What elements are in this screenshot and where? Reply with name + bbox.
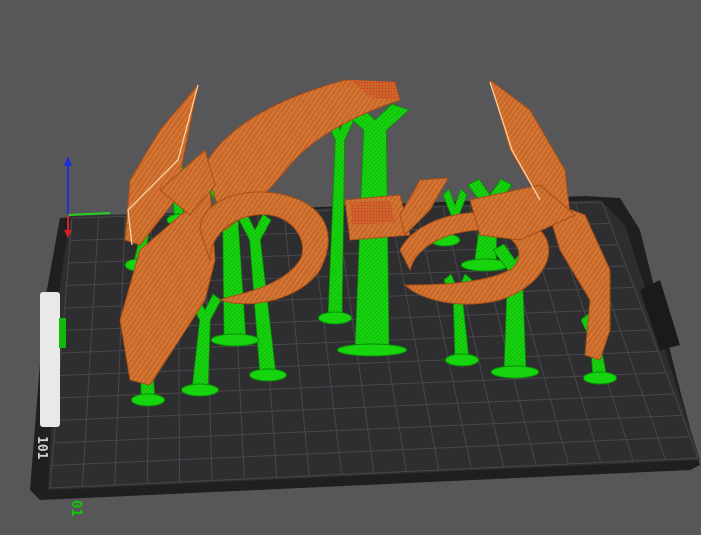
bed-edge-label: 01 [68,500,84,517]
y-axis [67,212,111,216]
bed-ruler [40,292,60,427]
bed-ruler-marker [59,318,66,348]
model-center-seam [350,200,395,225]
support-base [582,371,618,385]
scene-canvas[interactable]: 101 01 [0,0,701,535]
support-base [490,365,540,379]
3d-viewport[interactable]: 101 01 [0,0,701,535]
support-base [444,353,480,367]
support-base [249,368,287,382]
support-base [317,311,353,325]
support-base [336,343,408,357]
support-base [210,333,260,347]
support-base [130,393,166,407]
support-base [181,383,219,397]
z-axis-arrow [64,156,72,166]
bed-brand-label: 101 [34,436,49,460]
